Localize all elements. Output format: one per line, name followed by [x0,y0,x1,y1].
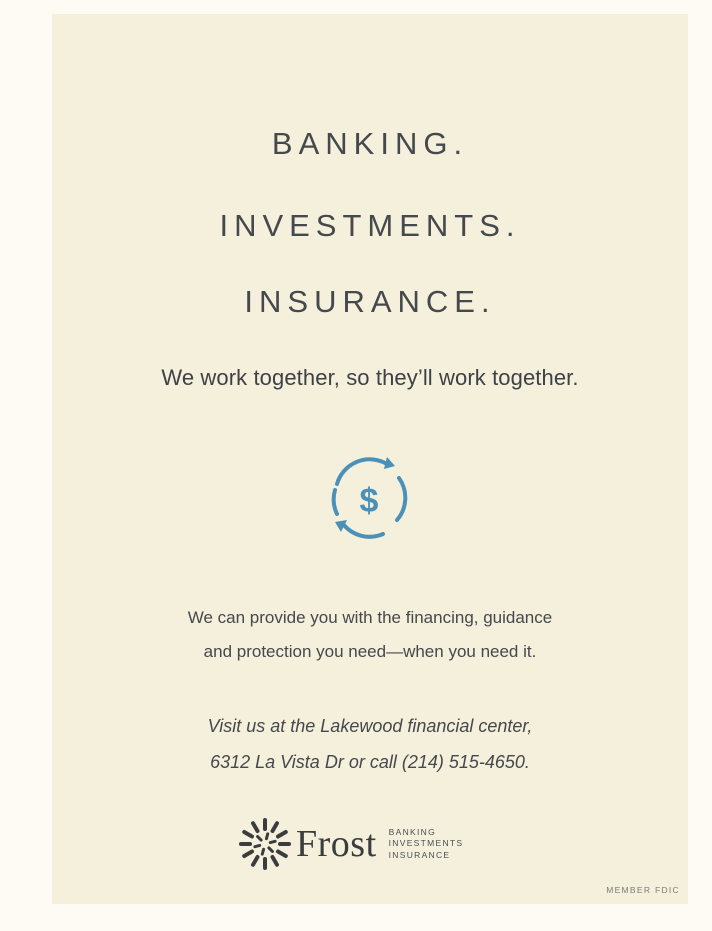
headline-banking: BANKING. [271,126,469,161]
body-line: We can provide you with the financing, g… [187,608,553,627]
svg-text:$: $ [360,482,379,520]
headline-investments: INVESTMENTS. [219,208,521,243]
ad-panel: BANKING. INVESTMENTS. INSURANCE. We work… [52,14,688,904]
frost-logo: Frost BANKING INVESTMENTS INSURANCE [238,814,463,874]
logo-line: INVESTMENTS [388,838,464,849]
visit-line: Visit us at the Lakewood financial cente… [207,716,533,736]
logo-wordmark: Frost [296,823,377,865]
member-fdic: MEMBER FDIC [606,885,680,895]
tagline: We work together, so they’ll work togeth… [161,365,579,390]
body-line: and protection you need—when you need it… [203,642,537,661]
logo-line: BANKING [388,826,436,837]
logo-descriptor: BANKING INVESTMENTS INSURANCE [389,827,464,862]
visit-info: Visit us at the Lakewood financial cente… [52,708,688,780]
body-copy: We can provide you with the financing, g… [52,601,688,669]
headline-insurance: INSURANCE. [244,284,496,319]
visit-line: 6312 La Vista Dr or call (214) 515-4650. [210,752,530,772]
dollar-cycle-icon: $ [327,448,411,548]
frost-starburst-icon [239,818,291,870]
logo-line: INSURANCE [388,849,451,860]
